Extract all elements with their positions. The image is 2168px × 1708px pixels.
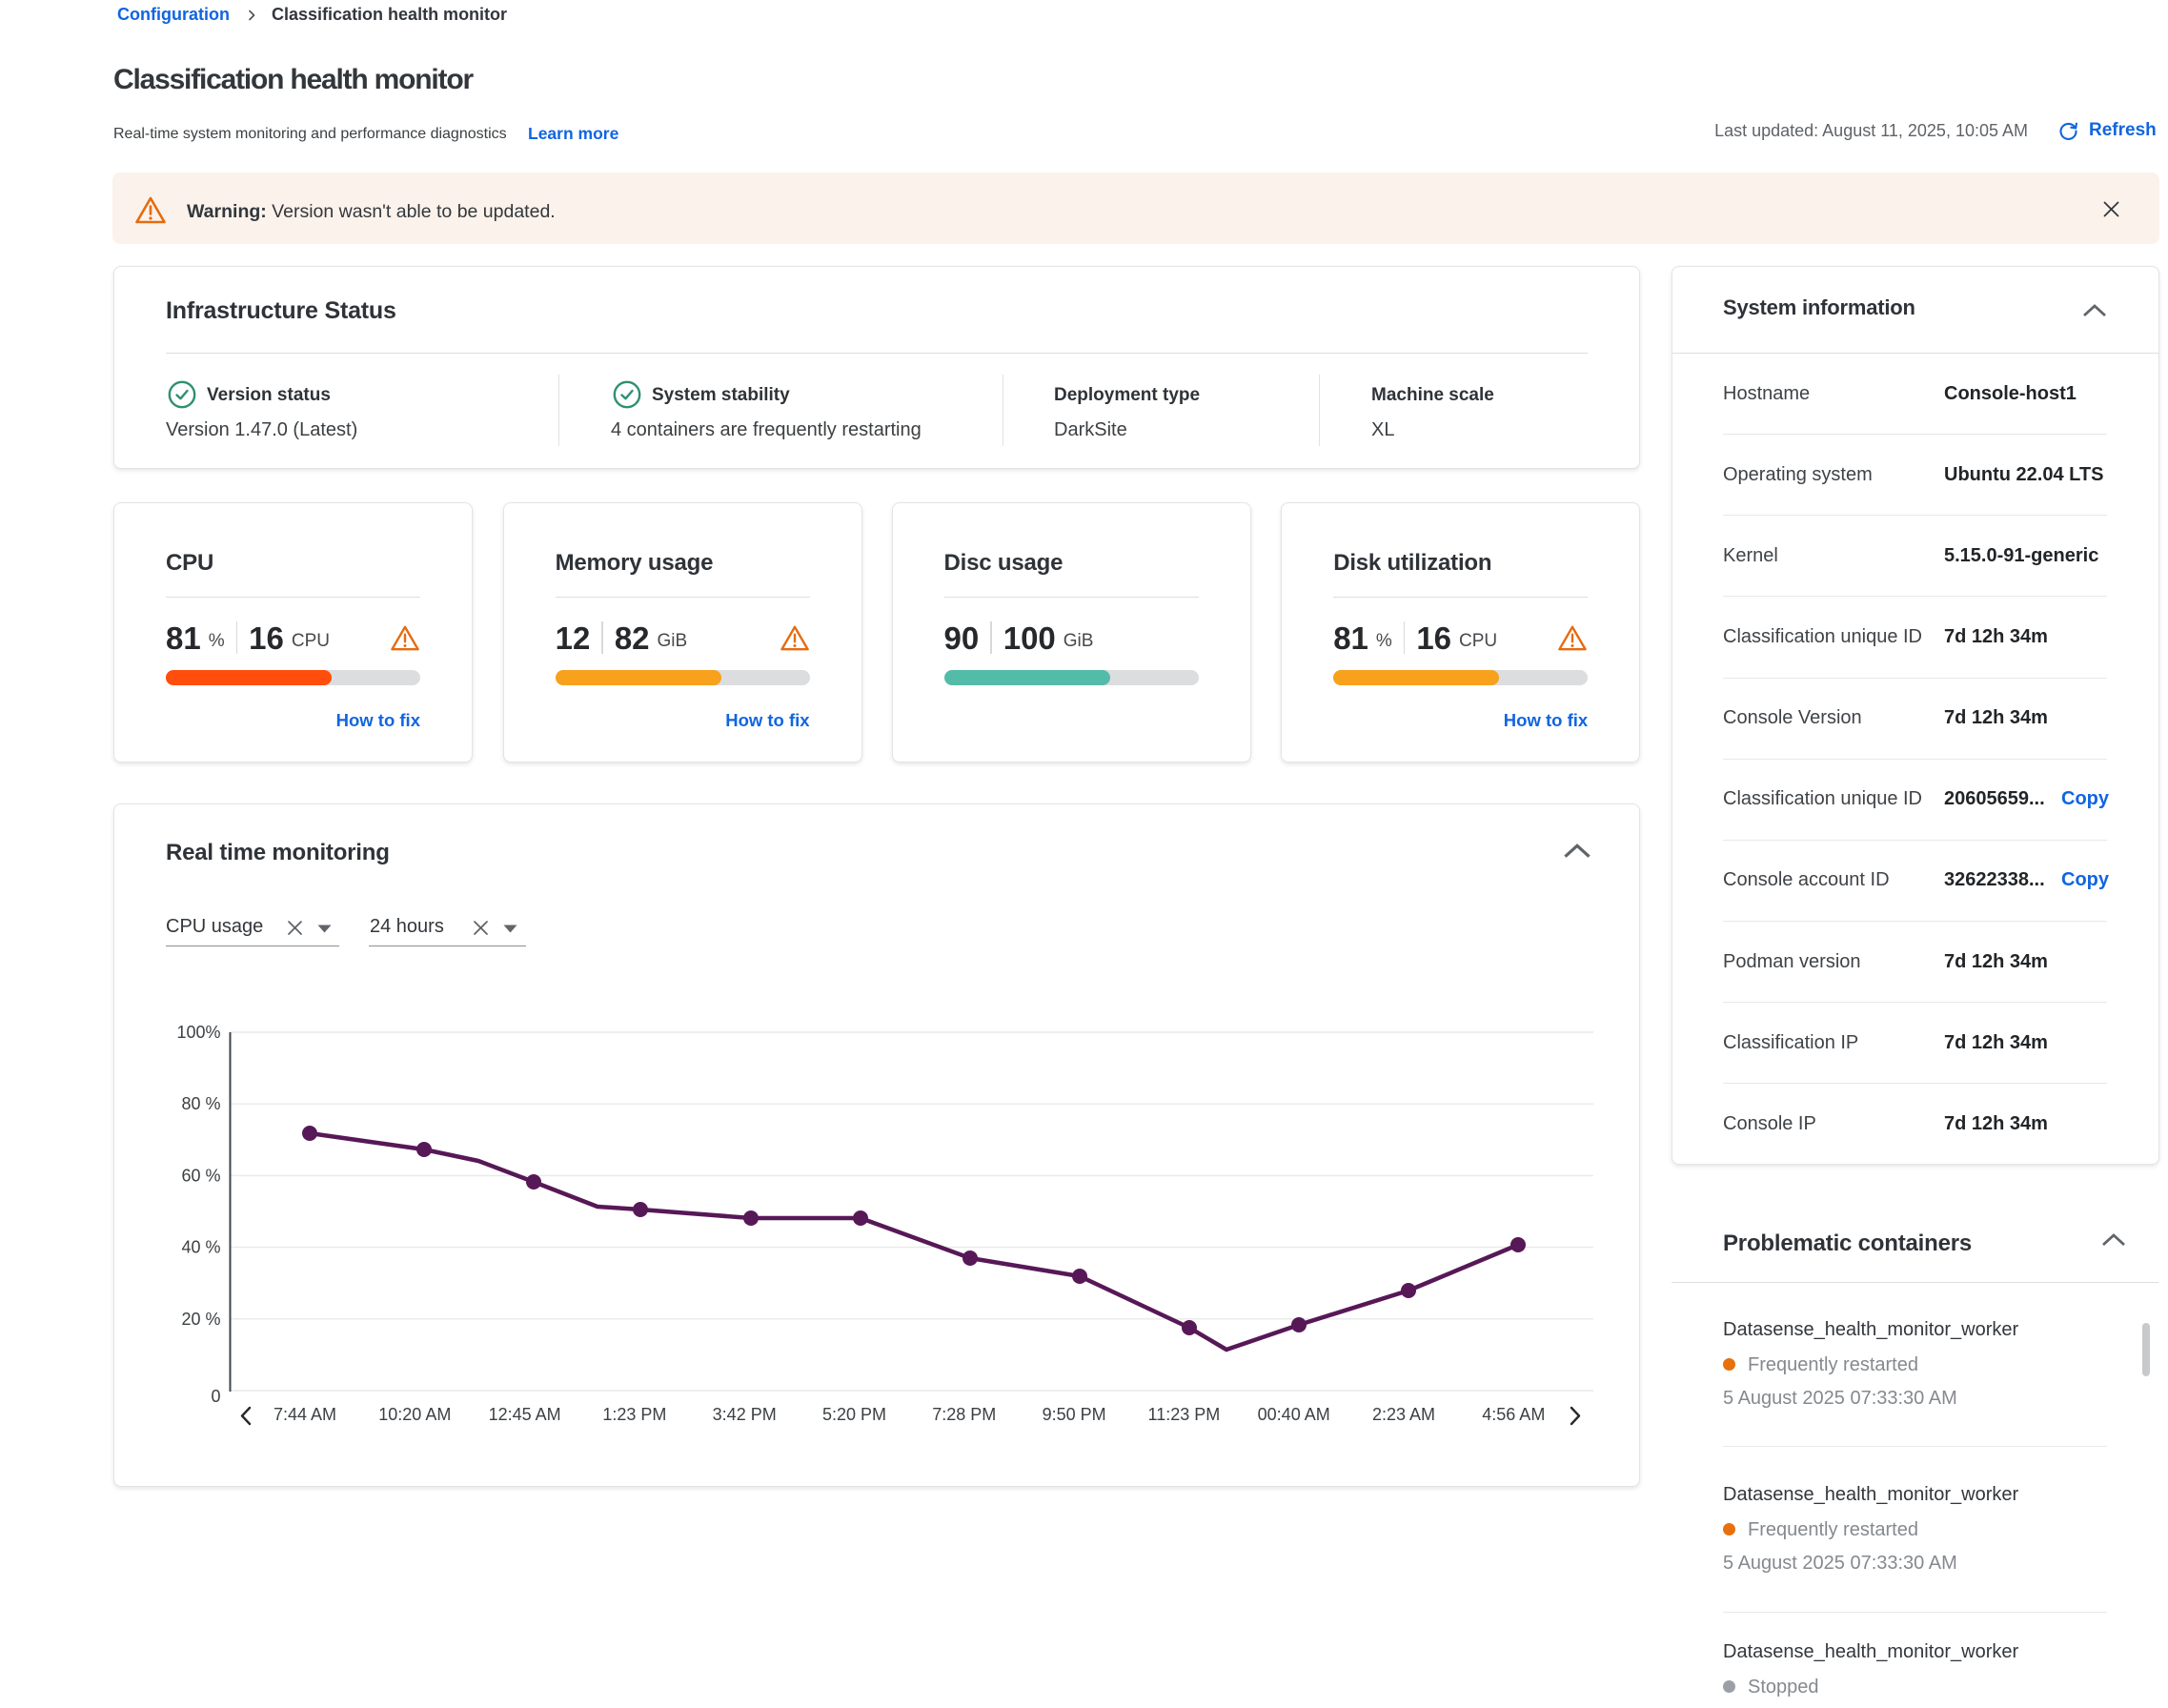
svg-text:40 %: 40 % bbox=[181, 1238, 220, 1257]
svg-text:2:23 AM: 2:23 AM bbox=[1372, 1405, 1435, 1424]
svg-text:7:44 AM: 7:44 AM bbox=[274, 1405, 336, 1424]
svg-text:12:45 AM: 12:45 AM bbox=[489, 1405, 561, 1424]
svg-text:5:20 PM: 5:20 PM bbox=[822, 1405, 886, 1424]
svg-text:80 %: 80 % bbox=[181, 1094, 220, 1113]
svg-text:9:50 PM: 9:50 PM bbox=[1043, 1405, 1106, 1424]
svg-text:7:28 PM: 7:28 PM bbox=[932, 1405, 996, 1424]
svg-text:11:23 PM: 11:23 PM bbox=[1148, 1405, 1221, 1424]
svg-text:00:40 AM: 00:40 AM bbox=[1258, 1405, 1330, 1424]
svg-text:4:56 AM: 4:56 AM bbox=[1482, 1405, 1545, 1424]
svg-text:20 %: 20 % bbox=[181, 1310, 220, 1329]
svg-text:1:23 PM: 1:23 PM bbox=[602, 1405, 666, 1424]
svg-text:10:20 AM: 10:20 AM bbox=[378, 1405, 451, 1424]
svg-text:60 %: 60 % bbox=[181, 1166, 220, 1185]
svg-text:0: 0 bbox=[211, 1387, 220, 1406]
svg-text:100%: 100% bbox=[176, 1023, 220, 1042]
svg-text:3:42 PM: 3:42 PM bbox=[713, 1405, 777, 1424]
